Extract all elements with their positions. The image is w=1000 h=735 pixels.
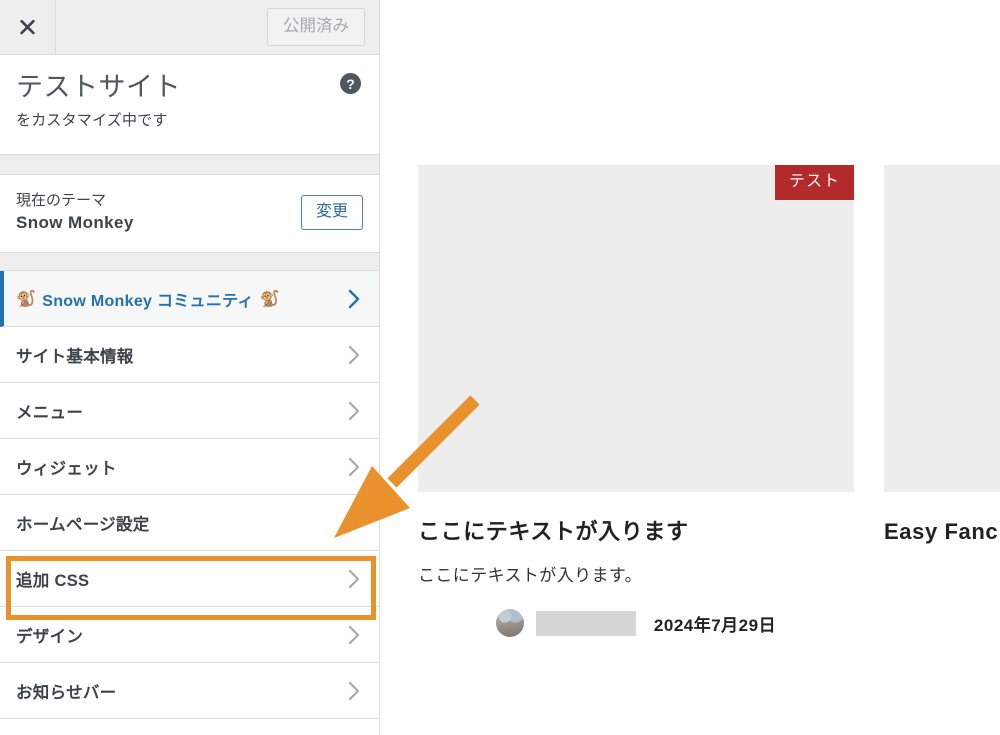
chevron-right-icon: [345, 456, 363, 478]
monkey-icon-left: 🐒: [16, 289, 37, 308]
sidebar-item-label: 追加 CSS: [16, 571, 90, 590]
current-theme-texts: 現在のテーマ Snow Monkey: [16, 190, 301, 236]
customizer-topbar: 公開済み: [0, 0, 379, 55]
sidebar-item-site-identity[interactable]: サイト基本情報: [0, 327, 379, 383]
status-badge: テスト: [774, 165, 854, 200]
sidebar-item-label: お知らせバー: [16, 683, 117, 702]
site-name: テストサイト: [16, 72, 181, 102]
sidebar-item-additional-css[interactable]: 追加 CSS: [0, 551, 379, 607]
section-spacer: [0, 155, 379, 175]
current-theme-name: Snow Monkey: [16, 213, 134, 233]
current-theme-section: 現在のテーマ Snow Monkey 変更: [0, 175, 379, 253]
publish-button[interactable]: 公開済み: [267, 8, 365, 46]
post-meta: 2024年7月29日: [418, 609, 854, 638]
post-thumbnail: [884, 165, 1000, 492]
chevron-right-icon: [345, 568, 363, 590]
avatar: [495, 609, 524, 638]
author-name-redacted: [535, 610, 636, 636]
customizer-sidebar: 公開済み テストサイト をカスタマイズ中です ? 現在のテーマ Snow Mon…: [0, 0, 380, 735]
sidebar-item-design[interactable]: デザイン: [0, 607, 379, 663]
sidebar-item-text: Snow Monkey コミュニティ: [42, 292, 254, 310]
chevron-right-icon: [345, 680, 363, 702]
close-icon: [19, 19, 36, 36]
chevron-right-icon: [345, 288, 363, 310]
sidebar-item-label: ウィジェット: [16, 459, 117, 478]
post-meta: [884, 573, 1000, 601]
customizing-subtitle: をカスタマイズ中です: [16, 111, 168, 129]
chevron-right-icon: [345, 344, 363, 366]
sidebar-item-menus[interactable]: メニュー: [0, 383, 379, 439]
monkey-icon-right: 🐒: [259, 289, 281, 308]
customizer-screen: 公開済み テストサイト をカスタマイズ中です ? 現在のテーマ Snow Mon…: [0, 0, 1000, 735]
site-preview-pane: テスト ここにテキストが入ります ここにテキストが入ります。 2024年7月29…: [381, 0, 1000, 735]
sidebar-item-notice-bar[interactable]: お知らせバー: [0, 663, 379, 719]
site-header: テストサイト をカスタマイズ中です ?: [0, 55, 379, 155]
help-icon[interactable]: ?: [340, 73, 361, 94]
post-card-list: テスト ここにテキストが入ります ここにテキストが入ります。 2024年7月29…: [418, 165, 1000, 638]
sidebar-item-label: ホームページ設定: [16, 515, 150, 534]
post-date: 2024年7月29日: [653, 615, 777, 635]
post-card[interactable]: テスト ここにテキストが入ります ここにテキストが入ります。 2024年7月29…: [418, 165, 854, 638]
change-theme-button[interactable]: 変更: [300, 195, 363, 230]
sidebar-item-label: メニュー: [16, 403, 84, 422]
sidebar-item-label: デザイン: [16, 627, 84, 646]
post-title[interactable]: ここにテキストが入ります: [418, 518, 854, 547]
customizer-nav-list: 🐒 Snow Monkey コミュニティ 🐒 サイト基本情報 メニュー ウィジェ…: [0, 271, 379, 719]
post-thumbnail: テスト: [418, 165, 854, 492]
sidebar-item-homepage-settings[interactable]: ホームページ設定: [0, 495, 379, 551]
section-spacer-2: [0, 253, 379, 271]
sidebar-item-label: 🐒 Snow Monkey コミュニティ 🐒: [16, 287, 345, 311]
chevron-right-icon: [345, 624, 363, 646]
current-theme-label: 現在のテーマ: [16, 191, 107, 209]
close-customizer-button[interactable]: [0, 0, 56, 54]
post-title[interactable]: Easy Fanc: [884, 518, 1000, 547]
sidebar-item-widgets[interactable]: ウィジェット: [0, 439, 379, 495]
post-excerpt: ここにテキストが入ります。: [418, 565, 642, 585]
chevron-right-icon: [345, 400, 363, 422]
sidebar-item-snow-monkey-community[interactable]: 🐒 Snow Monkey コミュニティ 🐒: [0, 271, 379, 327]
sidebar-item-label: サイト基本情報: [16, 347, 134, 366]
publish-area: 公開済み: [267, 0, 379, 54]
post-card[interactable]: Easy Fanc: [884, 165, 1000, 637]
chevron-right-icon: [345, 512, 363, 534]
